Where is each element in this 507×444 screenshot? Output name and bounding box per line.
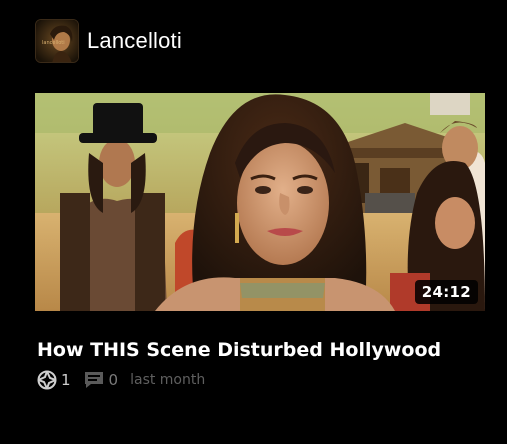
video-thumbnail[interactable]: 24:12 xyxy=(35,93,485,311)
views-icon xyxy=(37,370,57,390)
video-duration-badge: 24:12 xyxy=(414,280,478,304)
comments-count: 0 xyxy=(108,371,119,389)
video-meta: 1 0 last month xyxy=(37,370,205,390)
video-title[interactable]: How THIS Scene Disturbed Hollywood xyxy=(37,339,441,361)
channel-link[interactable]: lancelloti Lancelloti xyxy=(35,19,182,63)
svg-text:lancelloti: lancelloti xyxy=(42,40,65,46)
channel-name[interactable]: Lancelloti xyxy=(87,28,182,54)
channel-avatar[interactable]: lancelloti xyxy=(35,19,79,63)
video-thumbnail-image xyxy=(35,93,485,311)
comments-stat[interactable]: 0 xyxy=(83,370,119,390)
views-stat: 1 xyxy=(37,370,71,390)
views-count: 1 xyxy=(61,371,71,389)
channel-avatar-icon: lancelloti xyxy=(36,20,78,62)
published-time: last month xyxy=(130,372,206,388)
comment-icon xyxy=(84,372,103,388)
video-card: lancelloti Lancelloti 24:12 How THIS Sce… xyxy=(0,0,507,444)
